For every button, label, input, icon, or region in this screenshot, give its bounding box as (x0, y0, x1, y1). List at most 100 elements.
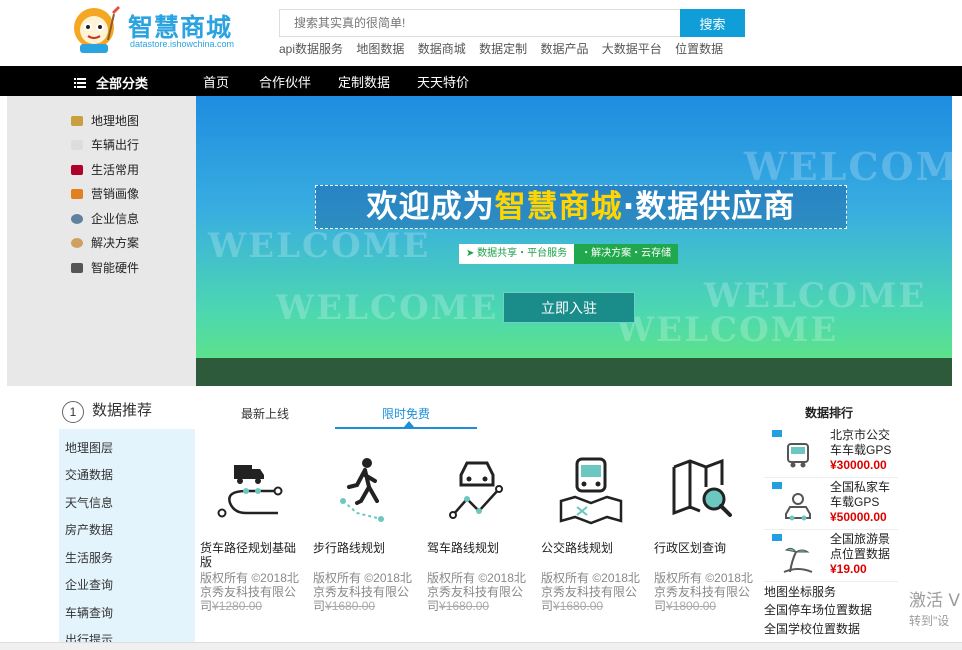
product-desc: 版权所有 ©2018北京秀友科技有限公司¥1280.00 (200, 571, 299, 613)
category-item[interactable]: 企业信息 (71, 211, 139, 227)
product-desc: 版权所有 ©2018北京秀友科技有限公司¥1680.00 (313, 571, 412, 613)
ranking-item-price: ¥19.00 (830, 562, 867, 576)
banner-headline: 欢迎成为智慧商城·数据供应商 (315, 185, 847, 229)
search-input[interactable] (279, 9, 681, 37)
banner-watermark: WELCOME (208, 226, 431, 266)
category-item[interactable]: 智能硬件 (71, 260, 139, 276)
product-card[interactable]: 货车路径规划基础版 版权所有 ©2018北京秀友科技有限公司¥1280.00 (196, 429, 306, 650)
search-bar: 搜索 (279, 9, 745, 37)
car-icon (785, 493, 811, 521)
tab-free[interactable]: 限时免费 (382, 405, 430, 422)
search-button[interactable]: 搜索 (680, 9, 745, 37)
banner-tagline: ➤ 数据共享・平台服务 ・解决方案・云存储 (459, 244, 679, 264)
category-item[interactable]: 解决方案 (71, 235, 139, 251)
subcategory-item[interactable]: 地理图层 (65, 439, 113, 456)
hot-link[interactable]: 数据产品 (540, 42, 588, 56)
horizontal-scrollbar[interactable] (0, 642, 962, 650)
subcategory-item[interactable]: 车辆查询 (65, 604, 113, 621)
map-search-icon (672, 458, 732, 517)
brand-domain: datastore.ishowchina.com (130, 39, 235, 49)
rank-badge (772, 534, 782, 541)
subcategory-item[interactable]: 生活服务 (65, 549, 113, 566)
hot-link[interactable]: api数据服务 (279, 42, 343, 56)
hot-link[interactable]: 地图数据 (356, 42, 404, 56)
rank-badge (772, 430, 782, 437)
subcategory-item[interactable]: 企业查询 (65, 576, 113, 593)
product-price: ¥1800.00 (666, 599, 717, 613)
hot-links: api数据服务 地图数据 数据商城 数据定制 数据产品 大数据平台 位置数据 (279, 40, 733, 57)
hot-link[interactable]: 位置数据 (675, 42, 723, 56)
product-card[interactable]: 公交路线规划 版权所有 ©2018北京秀友科技有限公司¥1680.00 (537, 429, 647, 650)
ranking-item[interactable]: 北京市公交车车载GPS日... ¥30000.00 (764, 428, 898, 478)
product-desc: 版权所有 ©2018北京秀友科技有限公司¥1800.00 (654, 571, 753, 613)
banner-footer-strip (196, 358, 952, 386)
ranking-link[interactable]: 全国学校位置数据 (764, 620, 860, 637)
main-nav: 全部分类 首页 合作伙伴 定制数据 天天特价 (0, 66, 962, 96)
ranking-item[interactable]: 全国旅游景点位置数据 ¥19.00 (764, 532, 898, 582)
product-price: ¥1680.00 (553, 599, 604, 613)
driving-route-icon (449, 461, 503, 519)
product-desc: 版权所有 ©2018北京秀友科技有限公司¥1680.00 (427, 571, 526, 613)
hardware-icon (71, 263, 83, 273)
subcategory-item[interactable]: 房产数据 (65, 521, 113, 538)
product-card[interactable]: 驾车路线规划 版权所有 ©2018北京秀友科技有限公司¥1680.00 (423, 429, 533, 650)
bus-route-icon (559, 457, 623, 525)
product-price: ¥1680.00 (325, 599, 376, 613)
hot-link[interactable]: 数据定制 (479, 42, 527, 56)
ranking-item[interactable]: 全国私家车车载GPS日... ¥50000.00 (764, 480, 898, 530)
product-desc: 版权所有 ©2018北京秀友科技有限公司¥1680.00 (541, 571, 640, 613)
company-icon (71, 214, 83, 224)
ranking-link[interactable]: 全国停车场位置数据 (764, 601, 872, 618)
product-name: 公交路线规划 (541, 541, 614, 555)
banner-watermark: WELCOME (744, 144, 952, 189)
hot-link[interactable]: 大数据平台 (602, 42, 662, 56)
car-icon (71, 140, 83, 150)
hero-banner[interactable]: WELCOME WELCOME WELCOME WELCOME WELCOME … (196, 96, 952, 386)
life-icon (71, 165, 83, 175)
category-item[interactable]: 车辆出行 (71, 137, 139, 153)
nav-item-home[interactable]: 首页 (203, 72, 229, 91)
product-name: 驾车路线规划 (427, 541, 500, 555)
nav-item-daily-deals[interactable]: 天天特价 (417, 72, 469, 91)
tab-latest[interactable]: 最新上线 (241, 405, 289, 422)
category-item[interactable]: 生活常用 (71, 162, 139, 178)
all-categories-label: 全部分类 (96, 76, 149, 91)
ranking-title: 数据排行 (805, 406, 854, 420)
product-name: 行政区划查询 (654, 541, 727, 555)
nav-item-custom-data[interactable]: 定制数据 (338, 72, 390, 91)
subcategory-list: 地理图层 交通数据 天气信息 房产数据 生活服务 企业查询 车辆查询 出行提示 (59, 429, 195, 650)
site-logo[interactable]: 智慧商城 datastore.ishowchina.com (66, 4, 246, 54)
active-tab-arrow (404, 421, 414, 427)
rank-badge (772, 482, 782, 489)
beach-icon (783, 547, 813, 573)
banner-watermark: WELCOME (616, 310, 839, 350)
join-button[interactable]: 立即入驻 (503, 292, 635, 323)
ranking-link[interactable]: 地图坐标服务 (764, 583, 836, 600)
category-item[interactable]: 营销画像 (71, 186, 139, 202)
banner-watermark: WELCOME (276, 288, 499, 328)
activation-watermark-sub: 转到"设 (909, 614, 950, 628)
mascot-icon (74, 6, 120, 53)
hot-link[interactable]: 数据商城 (418, 42, 466, 56)
subcategory-item[interactable]: 天气信息 (65, 494, 113, 511)
section-title: 1 数据推荐 (62, 399, 152, 423)
list-icon (74, 76, 86, 91)
product-card[interactable]: 步行路线规划 版权所有 ©2018北京秀友科技有限公司¥1680.00 (309, 429, 419, 650)
product-card[interactable]: 行政区划查询 版权所有 ©2018北京秀友科技有限公司¥1800.00 (650, 429, 760, 650)
ranking-item-price: ¥30000.00 (830, 458, 887, 472)
category-sidebar: 地理地图 车辆出行 生活常用 营销画像 企业信息 解决方案 智能硬件 (7, 96, 196, 386)
activation-watermark: 激活 V (909, 591, 961, 611)
walking-route-icon (340, 458, 384, 522)
category-item[interactable]: 地理地图 (71, 113, 139, 129)
product-grid: 货车路径规划基础版 版权所有 ©2018北京秀友科技有限公司¥1280.00 步… (196, 429, 762, 650)
nav-item-partners[interactable]: 合作伙伴 (259, 72, 311, 91)
ranking-item-name: 全国私家车车载GPS日... (830, 480, 891, 509)
product-price: ¥1680.00 (439, 599, 490, 613)
ranking-item-name: 北京市公交车车载GPS日... (830, 428, 892, 457)
product-name: 货车路径规划基础版 (200, 541, 297, 569)
product-price: ¥1280.00 (212, 599, 263, 613)
ranking-item-price: ¥50000.00 (830, 510, 887, 524)
solution-icon (71, 238, 83, 248)
subcategory-item[interactable]: 交通数据 (65, 466, 113, 483)
all-categories-button[interactable]: 全部分类 (74, 73, 148, 92)
